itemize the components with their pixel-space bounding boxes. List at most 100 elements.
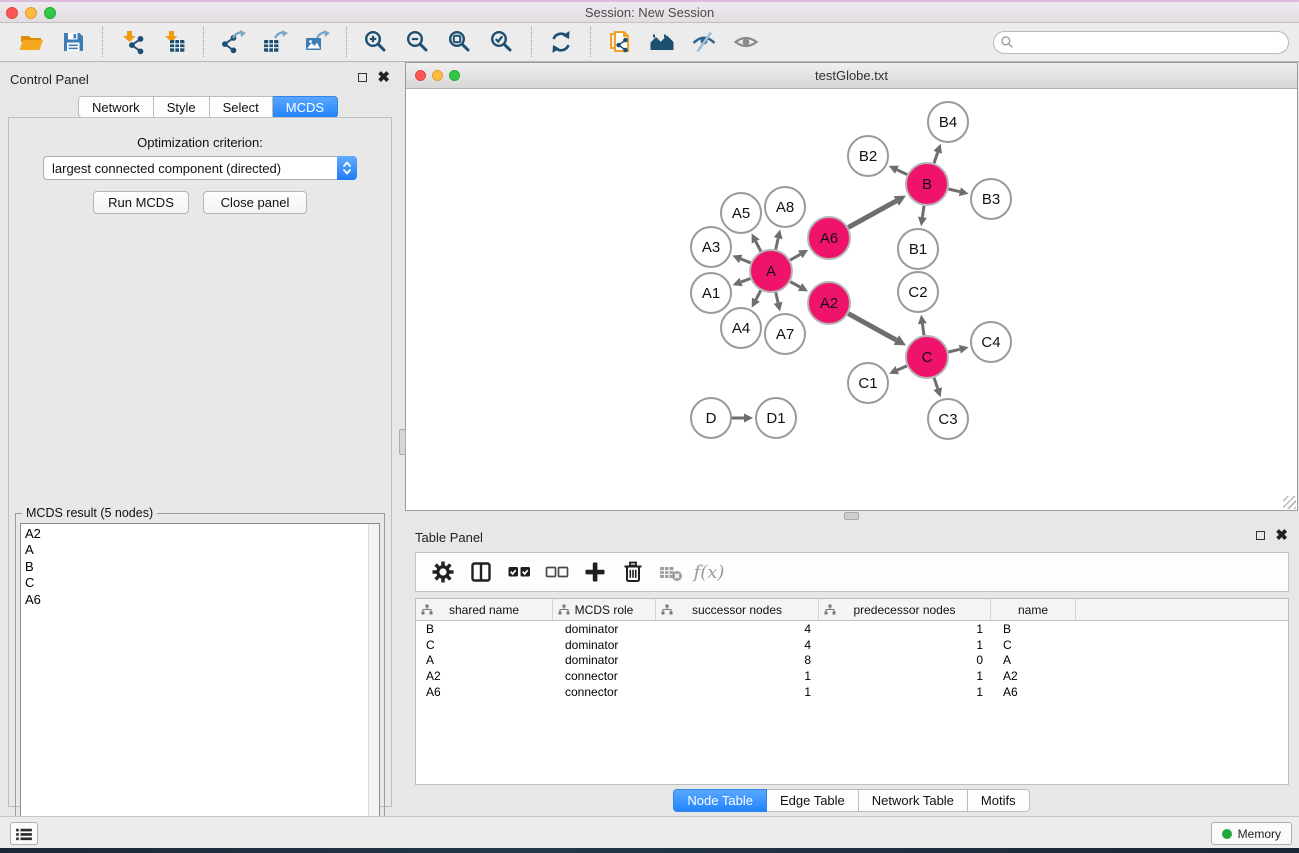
- graph-node-C4[interactable]: C4: [971, 322, 1011, 362]
- edge-C-C3[interactable]: [934, 378, 938, 389]
- float-table-panel-icon[interactable]: [1256, 531, 1265, 540]
- cell-shared-name[interactable]: B: [416, 622, 553, 636]
- edge-A-A3[interactable]: [741, 259, 751, 263]
- column-header-MCDS-role[interactable]: MCDS role: [553, 599, 656, 620]
- run-mcds-button[interactable]: Run MCDS: [93, 191, 189, 214]
- table-row[interactable]: Cdominator41C: [416, 637, 1288, 653]
- zoom-out-icon[interactable]: [403, 27, 433, 57]
- mcds-result-item[interactable]: A2: [21, 526, 379, 542]
- cell-successor-nodes[interactable]: 8: [656, 653, 819, 667]
- zoom-selected-icon[interactable]: [487, 27, 517, 57]
- cell-MCDS-role[interactable]: dominator: [553, 653, 656, 667]
- edge-A-A4[interactable]: [756, 290, 761, 299]
- window-resize-grip[interactable]: [1283, 496, 1296, 509]
- result-list-scrollbar[interactable]: [368, 524, 379, 845]
- cell-name[interactable]: B: [991, 622, 1076, 636]
- add-column-icon[interactable]: [578, 556, 612, 588]
- home-icon[interactable]: [647, 27, 677, 57]
- import-table-icon[interactable]: [159, 27, 189, 57]
- table-row[interactable]: Adominator80A: [416, 653, 1288, 669]
- graph-node-D[interactable]: D: [691, 398, 731, 438]
- vertical-divider-grip[interactable]: [399, 429, 406, 455]
- graph-node-C2[interactable]: C2: [898, 272, 938, 312]
- cell-name[interactable]: A6: [991, 685, 1076, 699]
- edge-A-A8[interactable]: [776, 238, 778, 249]
- network-graph[interactable]: B4B2BB3A5A8A6A3B1AA1C2A2A4A7C4CC1C3DD1: [406, 89, 1297, 511]
- cell-successor-nodes[interactable]: 1: [656, 669, 819, 683]
- graph-node-B1[interactable]: B1: [898, 229, 938, 269]
- memory-button[interactable]: Memory: [1211, 822, 1292, 845]
- search-box[interactable]: [993, 31, 1289, 54]
- network-window-titlebar[interactable]: testGlobe.txt: [406, 63, 1297, 89]
- tab-network-table[interactable]: Network Table: [859, 789, 968, 812]
- cell-predecessor-nodes[interactable]: 1: [819, 622, 991, 636]
- edge-B-B3[interactable]: [948, 189, 959, 192]
- export-image-icon[interactable]: [302, 27, 332, 57]
- cell-name[interactable]: C: [991, 638, 1076, 652]
- criterion-dropdown[interactable]: largest connected component (directed): [43, 156, 357, 180]
- tab-style[interactable]: Style: [154, 96, 210, 118]
- export-network-icon[interactable]: [218, 27, 248, 57]
- select-all-icon[interactable]: [502, 556, 536, 588]
- cell-predecessor-nodes[interactable]: 1: [819, 669, 991, 683]
- cell-MCDS-role[interactable]: dominator: [553, 638, 656, 652]
- edge-A6-B[interactable]: [848, 201, 896, 227]
- save-session-icon[interactable]: [58, 27, 88, 57]
- edge-B-B4[interactable]: [934, 152, 938, 163]
- graph-node-A2[interactable]: A2: [808, 282, 850, 324]
- edge-C-C4[interactable]: [948, 349, 959, 352]
- mcds-result-item[interactable]: A6: [21, 592, 379, 608]
- cell-shared-name[interactable]: A: [416, 653, 553, 667]
- edge-A-A1[interactable]: [741, 279, 750, 282]
- cell-name[interactable]: A: [991, 653, 1076, 667]
- column-header-name[interactable]: name: [991, 599, 1076, 620]
- graph-node-B4[interactable]: B4: [928, 102, 968, 142]
- edge-A-A7[interactable]: [776, 292, 778, 302]
- graph-node-C3[interactable]: C3: [928, 399, 968, 439]
- graph-node-B[interactable]: B: [906, 163, 948, 205]
- edge-A-A5[interactable]: [756, 241, 761, 251]
- show-columns-icon[interactable]: [464, 556, 498, 588]
- refresh-icon[interactable]: [546, 27, 576, 57]
- table-row[interactable]: Bdominator41B: [416, 621, 1288, 637]
- column-header-predecessor-nodes[interactable]: predecessor nodes: [819, 599, 991, 620]
- network-file-icon[interactable]: [605, 27, 635, 57]
- hide-eye-icon[interactable]: [689, 27, 719, 57]
- graph-node-A6[interactable]: A6: [808, 217, 850, 259]
- settings-gear-icon[interactable]: [426, 556, 460, 588]
- graph-node-A7[interactable]: A7: [765, 314, 805, 354]
- table-row[interactable]: A6connector11A6: [416, 684, 1288, 700]
- edge-A-A2[interactable]: [790, 282, 800, 287]
- export-table-icon[interactable]: [260, 27, 290, 57]
- tab-mcds[interactable]: MCDS: [273, 96, 338, 118]
- edge-C-C2[interactable]: [922, 324, 924, 336]
- delete-column-icon[interactable]: [616, 556, 650, 588]
- zoom-in-icon[interactable]: [361, 27, 391, 57]
- cell-name[interactable]: A2: [991, 669, 1076, 683]
- edge-A2-C[interactable]: [848, 314, 896, 340]
- graph-node-A8[interactable]: A8: [765, 187, 805, 227]
- search-input[interactable]: [1018, 35, 1282, 49]
- graph-node-D1[interactable]: D1: [756, 398, 796, 438]
- float-panel-icon[interactable]: [358, 73, 367, 82]
- graph-node-B3[interactable]: B3: [971, 179, 1011, 219]
- cell-shared-name[interactable]: A2: [416, 669, 553, 683]
- cell-successor-nodes[interactable]: 1: [656, 685, 819, 699]
- tab-edge-table[interactable]: Edge Table: [767, 789, 859, 812]
- cell-shared-name[interactable]: C: [416, 638, 553, 652]
- import-network-icon[interactable]: [117, 27, 147, 57]
- cell-shared-name[interactable]: A6: [416, 685, 553, 699]
- graph-node-A3[interactable]: A3: [691, 227, 731, 267]
- graph-node-C1[interactable]: C1: [848, 363, 888, 403]
- cell-predecessor-nodes[interactable]: 1: [819, 638, 991, 652]
- tab-select[interactable]: Select: [210, 96, 273, 118]
- mcds-result-item[interactable]: A: [21, 542, 379, 558]
- tab-network[interactable]: Network: [78, 96, 154, 118]
- cell-predecessor-nodes[interactable]: 0: [819, 653, 991, 667]
- table-row[interactable]: A2connector11A2: [416, 668, 1288, 684]
- edge-B-B2[interactable]: [897, 170, 907, 175]
- edge-A-A6[interactable]: [790, 254, 800, 260]
- graph-node-A1[interactable]: A1: [691, 273, 731, 313]
- column-header-shared-name[interactable]: shared name: [416, 599, 553, 620]
- close-panel-icon[interactable]: ✖: [377, 72, 390, 83]
